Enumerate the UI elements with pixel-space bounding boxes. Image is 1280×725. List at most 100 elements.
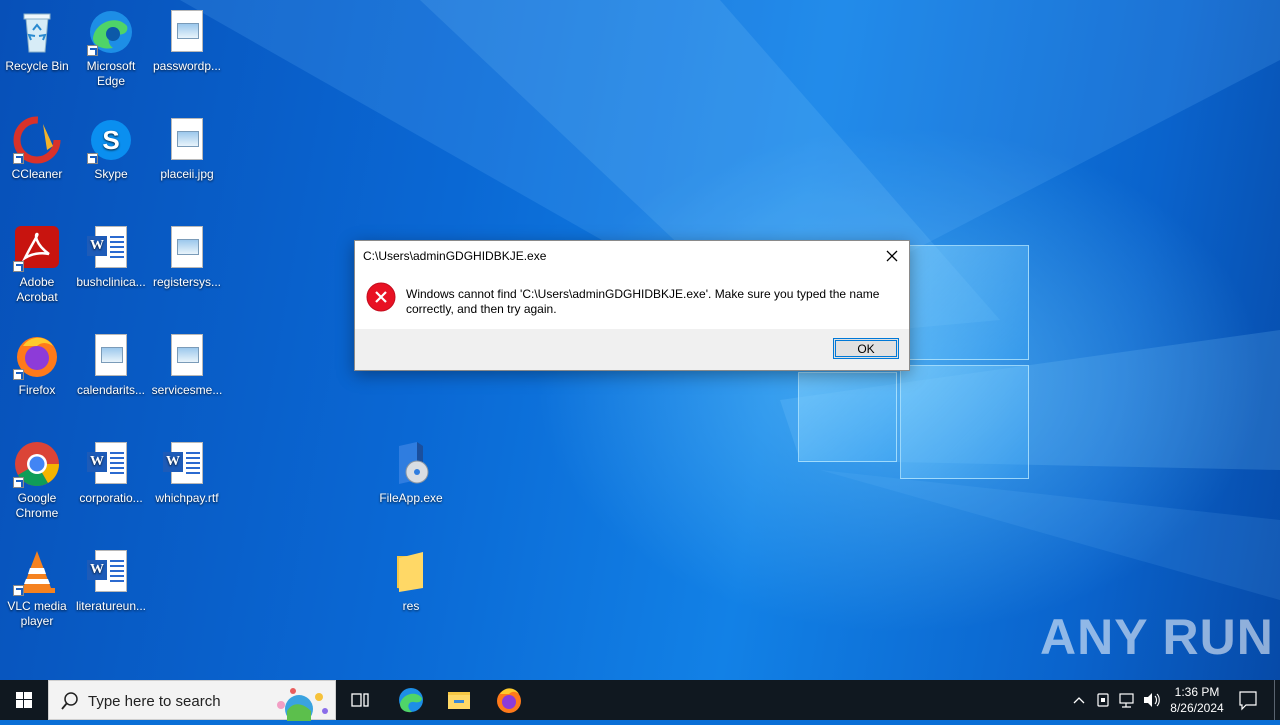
clock-time: 1:36 PM [1174, 685, 1220, 699]
image-file-icon [163, 332, 211, 380]
shortcut-arrow-icon [87, 45, 98, 56]
taskbar-firefox-button[interactable] [486, 680, 532, 720]
image-file-icon [163, 116, 211, 164]
wallpaper-logo-pane [900, 245, 1029, 360]
word-doc-icon: W [87, 548, 135, 596]
icon-label: calendarits... [76, 383, 146, 397]
desktop-icon-bushclinica[interactable]: W bushclinica... [74, 224, 148, 290]
desktop-icon-skype[interactable]: S Skype [74, 116, 148, 182]
icon-label: servicesme... [151, 383, 223, 397]
shortcut-arrow-icon [13, 585, 24, 596]
desktop: Recycle Bin CCleaner Adobe Acrobat Firef… [0, 0, 1280, 680]
tray-device-button[interactable] [1092, 680, 1114, 720]
word-doc-icon: W [87, 440, 135, 488]
icon-label: registersys... [152, 275, 221, 289]
icon-label: Recycle Bin [5, 59, 69, 73]
desktop-icon-recycle-bin[interactable]: Recycle Bin [0, 8, 74, 74]
desktop-icon-literatureun[interactable]: W literatureun... [74, 548, 148, 614]
image-file-icon [87, 332, 135, 380]
taskbar-search-box[interactable]: Type here to search [48, 680, 336, 721]
icon-label: CCleaner [11, 167, 63, 181]
icon-label: passwordp... [152, 59, 222, 73]
show-hidden-icons-button[interactable] [1068, 680, 1090, 720]
ok-button[interactable]: OK [833, 338, 899, 359]
device-icon [1097, 693, 1109, 707]
icon-label: FileApp.exe [379, 491, 443, 505]
windows-logo-icon [16, 692, 32, 708]
shortcut-arrow-icon [13, 153, 24, 164]
file-explorer-icon [448, 692, 470, 709]
watermark-text: ANY RUN [1040, 609, 1274, 665]
action-center-button[interactable] [1234, 680, 1262, 720]
icon-label: Firefox [18, 383, 56, 397]
desktop-icon-passwordp[interactable]: passwordp... [150, 8, 224, 74]
task-view-icon [351, 693, 369, 707]
error-icon [366, 282, 396, 312]
desktop-icon-adobe-acrobat[interactable]: Adobe Acrobat [0, 224, 74, 305]
icon-label: Skype [94, 167, 128, 181]
anyrun-watermark: ANY RUN [1040, 608, 1274, 666]
icon-label: Adobe Acrobat [16, 275, 58, 304]
search-placeholder: Type here to search [88, 693, 221, 710]
icon-label: res [402, 599, 420, 613]
tray-volume-button[interactable] [1140, 680, 1162, 720]
tray-network-button[interactable] [1116, 680, 1138, 720]
search-icon [61, 692, 78, 710]
shortcut-arrow-icon [13, 261, 24, 272]
taskbar-edge-button[interactable] [388, 680, 434, 720]
show-desktop-button[interactable] [1274, 680, 1280, 720]
desktop-icon-whichpay[interactable]: W whichpay.rtf [150, 440, 224, 506]
dialog-close-button[interactable] [879, 243, 905, 269]
taskbar: Type here to search 1:36 PM 8/26/2024 [0, 680, 1280, 721]
image-file-icon [163, 224, 211, 272]
edge-icon [399, 688, 423, 713]
ccleaner-icon [13, 116, 61, 164]
shortcut-arrow-icon [87, 153, 98, 164]
icon-label: corporatio... [79, 491, 143, 505]
clock-date: 8/26/2024 [1170, 701, 1224, 715]
desktop-icon-corporatio[interactable]: W corporatio... [74, 440, 148, 506]
word-doc-icon: W [163, 440, 211, 488]
chrome-icon [13, 440, 61, 488]
desktop-icon-fileapp[interactable]: FileApp.exe [374, 440, 448, 506]
desktop-icon-google-chrome[interactable]: Google Chrome [0, 440, 74, 521]
firefox-icon [497, 688, 521, 713]
word-doc-icon: W [87, 224, 135, 272]
search-highlight-illustration-icon [277, 688, 328, 721]
installer-icon [387, 440, 435, 488]
task-view-button[interactable] [338, 680, 382, 720]
image-file-icon [163, 8, 211, 56]
desktop-icon-placeii[interactable]: placeii.jpg [150, 116, 224, 182]
desktop-icon-registersys[interactable]: registersys... [150, 224, 224, 290]
shortcut-arrow-icon [13, 477, 24, 488]
close-icon [886, 250, 898, 262]
acrobat-icon [13, 224, 61, 272]
icon-label: literatureun... [75, 599, 147, 613]
icon-label: VLC media player [7, 599, 67, 628]
desktop-icon-microsoft-edge[interactable]: Microsoft Edge [74, 8, 148, 89]
svg-text:S: S [102, 125, 119, 155]
edge-icon [87, 8, 135, 56]
desktop-icon-res-folder[interactable]: res [374, 548, 448, 614]
chevron-up-icon [1073, 697, 1085, 704]
dialog-footer: OK [355, 329, 909, 370]
start-button[interactable] [0, 680, 48, 720]
shortcut-arrow-icon [13, 369, 24, 380]
dialog-message: Windows cannot find 'C:\Users\adminGDGHI… [406, 287, 880, 316]
desktop-icon-servicesme[interactable]: servicesme... [150, 332, 224, 398]
icon-label: whichpay.rtf [155, 491, 219, 505]
taskbar-clock[interactable]: 1:36 PM 8/26/2024 [1162, 684, 1232, 716]
desktop-icon-ccleaner[interactable]: CCleaner [0, 116, 74, 182]
skype-icon: S [87, 116, 135, 164]
desktop-icon-calendarits[interactable]: calendarits... [74, 332, 148, 398]
firefox-icon [13, 332, 61, 380]
wallpaper-logo-pane [900, 365, 1029, 479]
taskbar-file-explorer-button[interactable] [436, 680, 482, 720]
notification-icon [1239, 691, 1257, 711]
volume-icon [1144, 693, 1160, 707]
network-icon [1119, 693, 1134, 708]
desktop-icon-vlc[interactable]: VLC media player [0, 548, 74, 629]
desktop-icon-firefox[interactable]: Firefox [0, 332, 74, 398]
recycle-bin-icon [13, 8, 61, 56]
icon-label: placeii.jpg [160, 167, 214, 181]
